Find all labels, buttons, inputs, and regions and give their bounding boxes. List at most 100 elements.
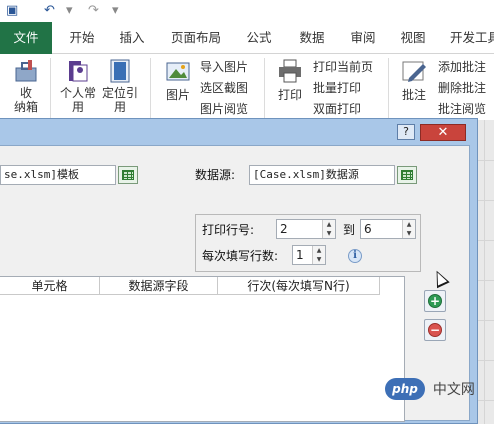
watermark: php 中文网 xyxy=(385,378,475,404)
image-label: 图片 xyxy=(165,88,190,102)
per-fill-label: 每次填写行数: xyxy=(202,249,279,263)
image-browse-button[interactable]: 图片阅览 xyxy=(200,100,248,119)
collapse-box-button[interactable]: 收 纳箱 xyxy=(6,58,46,114)
spinner-arrows[interactable]: ▲ ▼ xyxy=(312,246,325,264)
save-icon[interactable]: ▣ xyxy=(6,3,18,19)
tab-review[interactable]: 审阅 xyxy=(340,22,386,54)
spinner-arrows[interactable]: ▲ ▼ xyxy=(322,220,335,238)
personal-common-button[interactable]: 个人常 用 xyxy=(56,58,100,114)
batch-print-button[interactable]: 批量打印 xyxy=(313,79,361,98)
ribbon-separator xyxy=(264,58,265,118)
locate-reference-button[interactable]: 定位引 用 xyxy=(100,58,140,114)
datasource-select-button[interactable] xyxy=(397,166,417,184)
print-row-label: 打印行号: xyxy=(202,223,255,237)
redo-dropdown-icon[interactable]: ▾ xyxy=(66,3,73,19)
ribbon-separator xyxy=(388,58,389,118)
ribbon: 收 纳箱 个人常 用 定位引 用 图片 导入图片 选区截图 图片阅览 打印 打印… xyxy=(0,54,494,120)
image-icon xyxy=(165,58,191,84)
toolbox-icon xyxy=(13,58,39,84)
template-field[interactable]: se.xlsm]模板 xyxy=(0,165,116,185)
close-button[interactable]: ✕ xyxy=(420,124,466,141)
datasource-label: 数据源: xyxy=(195,168,236,182)
image-browse-label: 图片阅览 xyxy=(200,102,249,116)
comment-browse-button[interactable]: 批注阅览 xyxy=(438,100,486,119)
collapse-box-label: 收 纳箱 xyxy=(13,86,38,114)
print-current-page-button[interactable]: 打印当前页 xyxy=(313,58,373,77)
column-header-cell[interactable]: 单元格 xyxy=(0,277,100,295)
spin-up-icon[interactable]: ▲ xyxy=(403,220,415,229)
minus-icon: − xyxy=(428,323,442,337)
info-icon[interactable]: i xyxy=(348,249,362,263)
personal-icon xyxy=(65,58,91,84)
comment-button[interactable]: 批注 xyxy=(394,58,434,102)
row-from-spinner[interactable]: 2 ▲ ▼ xyxy=(276,219,336,239)
select-range-button[interactable] xyxy=(118,166,138,184)
print-current-page-label: 打印当前页 xyxy=(313,60,374,74)
datasource-field[interactable]: [Case.xlsm]数据源 xyxy=(249,165,395,185)
dialog-title-bar[interactable]: ? ✕ xyxy=(0,119,477,141)
comment-browse-label: 批注阅览 xyxy=(438,102,487,116)
row-from-value: 2 xyxy=(280,222,288,236)
ribbon-tabs: 文件 开始 插入 页面布局 公式 数据 审阅 视图 开发工具 xyxy=(0,22,494,54)
tab-view[interactable]: 视图 xyxy=(390,22,436,54)
watermark-text: 中文网 xyxy=(432,382,475,398)
row-to-spinner[interactable]: 6 ▲ ▼ xyxy=(360,219,416,239)
locate-icon xyxy=(107,58,133,84)
region-screenshot-label: 选区截图 xyxy=(200,81,249,95)
help-button[interactable]: ? xyxy=(397,124,415,140)
spinner-arrows[interactable]: ▲ ▼ xyxy=(402,220,415,238)
tab-formulas[interactable]: 公式 xyxy=(236,22,282,54)
field-mapping-list[interactable]: 单元格 数据源字段 行次(每次填写N行) xyxy=(0,276,405,422)
add-comment-button[interactable]: 添加批注 xyxy=(438,58,486,77)
pencil-icon xyxy=(401,58,427,84)
region-screenshot-button[interactable]: 选区截图 xyxy=(200,79,248,98)
plus-icon: + xyxy=(428,294,442,308)
redo-icon[interactable]: ↷ xyxy=(88,3,99,19)
row-to-value: 6 xyxy=(364,222,372,236)
column-header-row[interactable]: 行次(每次填写N行) xyxy=(218,277,380,295)
spin-up-icon[interactable]: ▲ xyxy=(313,246,325,255)
sheet-range-icon xyxy=(122,170,134,180)
spin-up-icon[interactable]: ▲ xyxy=(323,220,335,229)
add-comment-label: 添加批注 xyxy=(438,60,487,74)
column-header-field[interactable]: 数据源字段 xyxy=(100,277,218,295)
tab-data[interactable]: 数据 xyxy=(286,22,338,54)
print-label: 打印 xyxy=(277,88,302,102)
import-image-label: 导入图片 xyxy=(200,60,249,74)
title-bar: ▣ ↶ ▾ ↷ ▾ xyxy=(0,0,494,22)
tab-home[interactable]: 开始 xyxy=(58,22,106,54)
php-logo: php xyxy=(385,378,425,400)
customize-quick-access-icon[interactable]: ▾ xyxy=(112,3,119,19)
personal-common-label: 个人常 用 xyxy=(59,86,96,114)
delete-comment-button[interactable]: 删除批注 xyxy=(438,79,486,98)
locate-reference-label: 定位引 用 xyxy=(101,86,138,114)
add-row-button[interactable]: + xyxy=(424,290,446,312)
duplex-print-button[interactable]: 双面打印 xyxy=(313,100,361,119)
duplex-print-label: 双面打印 xyxy=(313,102,362,116)
ribbon-separator xyxy=(150,58,151,118)
print-range-group: 打印行号: 2 ▲ ▼ 到 6 ▲ ▼ 每次填写行数: 1 ▲ ▼ i xyxy=(195,214,421,272)
printer-icon xyxy=(277,58,303,84)
tab-page-layout[interactable]: 页面布局 xyxy=(160,22,232,54)
image-button[interactable]: 图片 xyxy=(158,58,198,102)
to-label: 到 xyxy=(343,223,356,237)
comment-label: 批注 xyxy=(401,88,426,102)
tab-file[interactable]: 文件 xyxy=(0,22,52,54)
undo-icon[interactable]: ↶ xyxy=(44,3,55,19)
per-fill-spinner[interactable]: 1 ▲ ▼ xyxy=(292,245,326,265)
ribbon-separator xyxy=(50,58,51,118)
list-header: 单元格 数据源字段 行次(每次填写N行) xyxy=(0,277,380,295)
spin-down-icon[interactable]: ▼ xyxy=(323,229,335,238)
tab-insert[interactable]: 插入 xyxy=(108,22,156,54)
print-button[interactable]: 打印 xyxy=(270,58,310,102)
sheet-range-icon xyxy=(401,170,413,180)
remove-row-button[interactable]: − xyxy=(424,319,446,341)
spin-down-icon[interactable]: ▼ xyxy=(313,255,325,264)
batch-print-label: 批量打印 xyxy=(313,81,362,95)
spin-down-icon[interactable]: ▼ xyxy=(403,229,415,238)
delete-comment-label: 删除批注 xyxy=(438,81,487,95)
tab-developer[interactable]: 开发工具 xyxy=(440,22,494,54)
sheet-gridline xyxy=(484,120,485,424)
per-fill-value: 1 xyxy=(296,248,304,262)
import-image-button[interactable]: 导入图片 xyxy=(200,58,248,77)
